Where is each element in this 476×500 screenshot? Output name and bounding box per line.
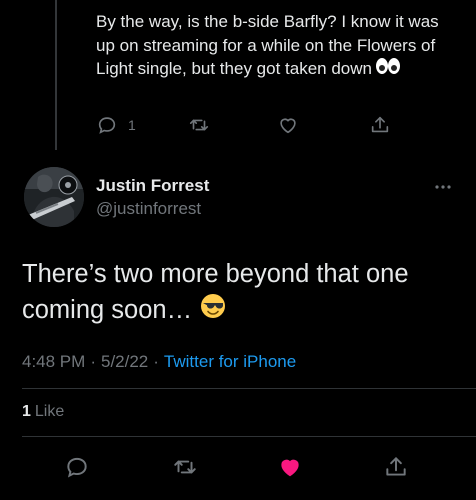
more-options-icon: [434, 177, 452, 195]
retweet-button[interactable]: [172, 454, 198, 480]
parent-tweet-text: By the way, is the b-side Barfly? I know…: [96, 10, 446, 82]
divider: [22, 388, 476, 389]
share-button[interactable]: [383, 454, 409, 480]
reply-icon: [96, 114, 118, 136]
meta-separator: ·: [153, 352, 159, 371]
more-options-button[interactable]: [428, 176, 458, 196]
parent-retweet-button[interactable]: [188, 114, 210, 136]
tweet-time: 4:48 PM: [22, 352, 86, 371]
parent-share-button[interactable]: [369, 114, 391, 136]
share-icon: [383, 454, 409, 480]
thread-connector-line: [55, 0, 57, 150]
meta-separator: ·: [90, 352, 96, 371]
parent-reply-count: 1: [128, 117, 136, 133]
retweet-icon: [188, 114, 210, 136]
tweet-actions: [0, 452, 476, 482]
tweet-metadata: 4:48 PM · 5/2/22 · Twitter for iPhone: [22, 352, 296, 372]
heart-filled-icon: [277, 454, 303, 480]
avatar[interactable]: [24, 167, 84, 227]
likes-label: Like: [34, 403, 65, 420]
share-icon: [369, 114, 391, 136]
tweet-text: There’s two more beyond that one coming …: [22, 256, 462, 329]
eyes-emoji: [375, 57, 401, 82]
parent-reply-button[interactable]: 1: [96, 114, 136, 136]
divider: [22, 436, 476, 437]
likes-count-link[interactable]: 1 Like: [22, 403, 64, 421]
parent-like-button[interactable]: [277, 114, 299, 136]
reply-button[interactable]: [64, 454, 90, 480]
parent-tweet-actions: 1: [96, 114, 396, 140]
like-button[interactable]: [277, 454, 303, 480]
author-handle[interactable]: @justinforrest: [96, 199, 201, 219]
heart-outline-icon: [277, 114, 299, 136]
author-display-name[interactable]: Justin Forrest: [96, 176, 209, 196]
tweet-source-link[interactable]: Twitter for iPhone: [164, 352, 296, 371]
reply-icon: [64, 454, 90, 480]
retweet-icon: [172, 454, 198, 480]
likes-count: 1: [22, 403, 31, 420]
smiling-face-with-sunglasses-emoji: [200, 293, 226, 329]
tweet-date: 5/2/22: [100, 352, 149, 371]
